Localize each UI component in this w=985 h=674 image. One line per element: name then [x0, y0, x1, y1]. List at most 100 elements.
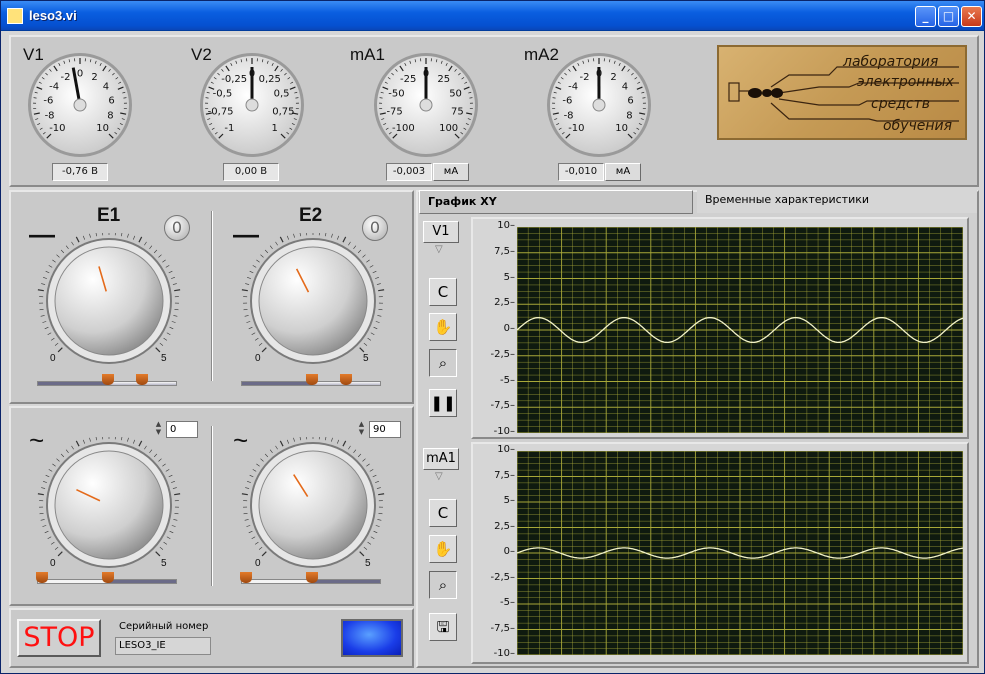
ac2-scale-max: 5 [365, 558, 371, 569]
knob-tick [241, 289, 248, 292]
ac1-slider-thumb[interactable] [36, 572, 48, 583]
y-tick-label: -5– [500, 374, 515, 386]
gauge-tick-label: 25 [437, 74, 450, 85]
channel-dropdown-icon[interactable]: ▽ [435, 471, 443, 482]
meter-v2-readout: 0,00 В [223, 163, 279, 181]
knob-tick [241, 493, 248, 496]
knob-tick [378, 493, 385, 496]
gauge-hub [419, 98, 433, 112]
gauge-hub [592, 98, 606, 112]
knob-tick [369, 469, 374, 472]
knob-tick [155, 347, 161, 353]
gauge-hub [245, 98, 259, 112]
knob-tick [244, 315, 249, 317]
phase1-input[interactable]: 0 [166, 421, 198, 438]
tab-xy-graph[interactable]: График XY [419, 190, 693, 214]
knob-tick [48, 265, 53, 268]
status-led [341, 619, 403, 657]
y-tick-label: -7,5– [490, 622, 515, 634]
channel-select-ma1[interactable]: mA1 [423, 448, 459, 470]
meter-ma2-unit[interactable]: мА [605, 163, 641, 181]
knob-tick [254, 337, 259, 341]
knob-tick [254, 541, 259, 545]
ma1-time-chart[interactable] [517, 451, 963, 655]
knob-tick [378, 512, 383, 515]
knob-tick [158, 254, 162, 258]
knob-tick [251, 332, 256, 335]
e1-slider-thumb-2[interactable] [136, 374, 148, 385]
meter-ma1-unit[interactable]: мА [433, 163, 469, 181]
knob-tick [82, 235, 85, 240]
knob-tick [372, 270, 377, 274]
maximize-button[interactable]: □ [938, 6, 959, 27]
ac2-slider-thumb-2[interactable] [306, 572, 318, 583]
knob-tick [168, 474, 173, 478]
ac2-scale-min: 0 [255, 558, 261, 569]
knob-tick [359, 347, 365, 353]
knob-tick [60, 453, 65, 458]
window-title: leso3.vi [29, 8, 77, 23]
knob-tick [47, 332, 52, 335]
knob-tick [331, 437, 333, 442]
knob-tick [71, 241, 74, 246]
knob-tick [121, 437, 123, 441]
clear-chart-button[interactable]: C [429, 278, 457, 306]
e1-slider-thumb[interactable] [102, 374, 114, 385]
ac2-knob[interactable] [235, 437, 391, 573]
knob-tick [57, 347, 63, 353]
gauge-tick-label: -6 [562, 95, 572, 106]
e1-scale-min: 0 [50, 353, 56, 364]
knob-tick [260, 458, 264, 462]
gauge-tick-label: 0,25 [259, 74, 281, 85]
e2-slider-thumb[interactable] [306, 374, 318, 385]
ac2-slider-thumb[interactable] [240, 572, 252, 583]
knob-tick [165, 469, 170, 472]
ac1-knob[interactable] [31, 437, 187, 573]
v1-time-chart[interactable] [517, 227, 963, 433]
dc-label-e2: E2 [299, 205, 323, 226]
knob-tick [127, 233, 129, 238]
e1-knob[interactable] [31, 233, 187, 369]
phase2-input[interactable]: 90 [369, 421, 401, 438]
minimize-button[interactable]: _ [915, 6, 936, 27]
e2-knob[interactable] [235, 233, 391, 369]
knob-tick [57, 551, 63, 557]
knob-tick [56, 254, 60, 258]
knob-tick [121, 233, 123, 237]
gauge-tick-label: 6 [627, 95, 633, 106]
clear-chart-button[interactable]: C [429, 499, 457, 527]
stop-button[interactable]: STOP [17, 619, 101, 657]
knob-tick [248, 530, 253, 534]
e2-slider-thumb-2[interactable] [340, 374, 352, 385]
knob-tick [82, 439, 85, 444]
knob-tick [155, 551, 161, 557]
title-bar[interactable]: leso3.vi _ □ ✕ [1, 1, 984, 31]
divider [211, 211, 213, 381]
gauge-tick-label: 100 [439, 123, 458, 134]
zoom-icon[interactable]: ⌕ [429, 571, 457, 599]
pan-hand-icon[interactable]: ✋ [429, 535, 457, 563]
ac1-slider-thumb-2[interactable] [102, 572, 114, 583]
knob-tick [171, 321, 176, 323]
save-icon[interactable]: 🖫 [429, 613, 457, 641]
knob-tick [293, 437, 295, 442]
zoom-icon[interactable]: ⌕ [429, 349, 457, 377]
knob-tick [127, 437, 129, 442]
meter-ma1-gauge: -25025-5050-7575-100100 [374, 53, 478, 157]
phase2-spin-arrows[interactable]: ▲ ▼ [357, 420, 366, 437]
knob-tick [275, 445, 278, 450]
pan-hand-icon[interactable]: ✋ [429, 313, 457, 341]
knob-tick [269, 449, 273, 454]
channel-dropdown-icon[interactable]: ▽ [435, 244, 443, 255]
tab-time-characteristics[interactable]: Временные характеристики [697, 189, 977, 213]
gauge-tick-label: 4 [622, 82, 628, 93]
channel-select-v1[interactable]: V1 [423, 221, 459, 243]
knob-tick [89, 233, 91, 238]
phase1-spin-arrows[interactable]: ▲ ▼ [154, 420, 163, 437]
y-tick-label: 0– [503, 546, 515, 557]
close-button[interactable]: ✕ [961, 6, 982, 27]
gauge-tick-label: -10 [568, 123, 584, 134]
app-icon [7, 8, 23, 24]
knob-tick [52, 463, 56, 467]
pause-icon[interactable]: ❚❚ [429, 389, 457, 417]
